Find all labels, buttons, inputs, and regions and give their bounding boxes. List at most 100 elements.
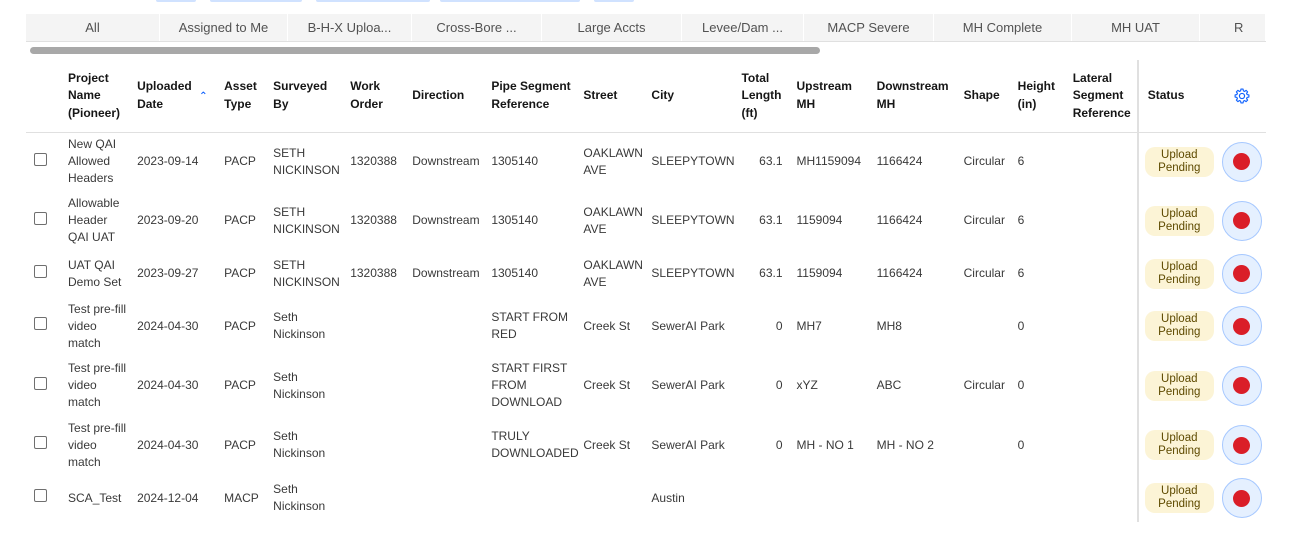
row-checkbox[interactable] — [34, 152, 47, 166]
column-header-uploaded-date[interactable]: Uploaded Date ⌃ — [133, 60, 221, 133]
cell-height: 6 — [1017, 154, 1025, 169]
cell-asset-type: MACP — [224, 490, 259, 505]
top-toolbar-edge — [0, 0, 1304, 2]
row-checkbox[interactable] — [34, 376, 47, 390]
row-select-cell — [26, 191, 64, 250]
record-button[interactable] — [1221, 253, 1262, 294]
column-header-upstream-mh[interactable]: Upstream MH — [792, 60, 873, 133]
column-header-city[interactable]: City — [647, 60, 738, 133]
column-header-downstream-mh[interactable]: Downstream MH — [872, 60, 960, 133]
tab-9[interactable]: MH UAT — [1072, 14, 1200, 41]
cell-project-name[interactable]: New QAI Allowed Headers — [64, 132, 133, 191]
tab-5[interactable]: Large Accts — [542, 14, 682, 41]
cell-street: OAKLAWN AVE — [583, 257, 643, 289]
row-action-cell — [1218, 250, 1266, 297]
cell-downstream-mh: ABC — [876, 378, 902, 392]
column-header-status[interactable]: Status — [1136, 60, 1218, 133]
column-header-label: Asset Type — [224, 79, 257, 111]
cell-street: OAKLAWN AVE — [583, 145, 643, 177]
row-checkbox[interactable] — [34, 436, 47, 449]
cell-total-length: 0 — [775, 437, 783, 452]
cell-project-name[interactable]: Test pre-fill video match — [64, 297, 133, 355]
cell-project-name[interactable]: SCA_Test — [64, 474, 133, 522]
record-icon — [1233, 436, 1251, 454]
cell-street: Creek St — [583, 318, 631, 333]
cell-lateral-segment-reference — [1069, 132, 1138, 191]
column-header-surveyed-by[interactable]: Surveyed By — [269, 60, 347, 133]
cell-lateral-segment-reference — [1069, 416, 1138, 474]
tab-7[interactable]: MACP Severe — [804, 14, 934, 41]
row-checkbox[interactable] — [34, 264, 47, 278]
column-header-asset-type[interactable]: Asset Type — [220, 60, 270, 133]
tab-8[interactable]: MH Complete — [934, 14, 1072, 41]
record-button[interactable] — [1221, 478, 1262, 518]
record-icon — [1233, 265, 1251, 282]
cell-surveyed-by: Seth Nickinson — [273, 482, 326, 513]
row-checkbox[interactable] — [34, 211, 47, 225]
row-checkbox[interactable] — [34, 489, 47, 502]
record-icon — [1233, 489, 1251, 507]
tab-2[interactable]: Assigned to Me — [160, 14, 288, 41]
record-button[interactable] — [1221, 200, 1262, 241]
column-header-label: Surveyed By — [273, 79, 328, 111]
record-button[interactable] — [1221, 306, 1262, 346]
cell-project-name[interactable]: UAT QAI Demo Set — [64, 250, 133, 297]
cell-direction — [408, 474, 487, 522]
column-header-project-name[interactable]: Project Name (Pioneer) — [64, 60, 134, 133]
horizontal-scrollbar[interactable] — [30, 47, 820, 54]
cell-upstream-mh: MH1159094 — [796, 154, 862, 169]
status-cell: Upload Pending — [1136, 297, 1218, 355]
column-header-label: Status — [1147, 88, 1185, 102]
cell-pipe-segment-reference: 1305140 — [491, 266, 539, 280]
table-row[interactable]: SCA_Test 2024-12-04 MACP Seth Nickinson Aust… — [26, 474, 1266, 522]
record-button[interactable] — [1221, 425, 1262, 465]
column-header-label: Direction — [412, 88, 465, 102]
cell-street — [579, 474, 647, 522]
tab-3[interactable]: B-H-X Uploa... — [288, 14, 412, 41]
cell-project-name[interactable]: Test pre-fill video match — [64, 416, 133, 474]
column-header-street[interactable]: Street — [579, 60, 648, 133]
cell-city: Austin — [651, 490, 685, 505]
column-header-work-order[interactable]: Work Order — [346, 60, 409, 133]
table-row[interactable]: Allowable Header QAI UAT 2023-09-20 PACP SE… — [26, 191, 1266, 250]
column-header-pipe-segment-reference[interactable]: Pipe Segment Reference — [487, 60, 580, 133]
tab-6[interactable]: Levee/Dam ... — [682, 14, 804, 41]
tab-1[interactable]: All — [26, 14, 160, 41]
record-button[interactable] — [1221, 365, 1262, 406]
column-header-lateral-segment-reference[interactable]: Lateral Segment Reference — [1068, 60, 1138, 133]
cell-project-name[interactable]: Test pre-fill video match — [64, 355, 133, 416]
cell-pipe-segment-reference: START FIRST FROM DOWNLOAD — [491, 361, 568, 409]
cell-city: SLEEPYTOWN — [651, 213, 735, 227]
column-header-height[interactable]: Height (in) — [1013, 60, 1069, 133]
tab-10[interactable]: R — [1200, 14, 1266, 41]
cell-total-length: 0 — [775, 378, 783, 392]
record-button[interactable] — [1221, 141, 1262, 182]
table-row[interactable]: Test pre-fill video match 2024-04-30 PACP S… — [26, 416, 1266, 474]
gear-icon[interactable] — [1233, 87, 1251, 105]
column-header-direction[interactable]: Direction — [408, 60, 488, 133]
row-action-cell — [1218, 416, 1266, 474]
cell-direction: Downstream — [412, 266, 480, 280]
cell-downstream-mh: 1166424 — [876, 213, 923, 227]
table-row[interactable]: New QAI Allowed Headers 2023-09-14 PACP SET… — [26, 132, 1266, 191]
column-header-shape[interactable]: Shape — [959, 60, 1014, 133]
row-select-cell — [26, 132, 64, 191]
column-header-label: Project Name (Pioneer) — [68, 70, 121, 120]
tab-4[interactable]: Cross-Bore ... — [412, 14, 542, 41]
column-header-total-length[interactable]: Total Length (ft) — [737, 60, 793, 133]
table-row[interactable]: Test pre-fill video match 2024-04-30 PACP S… — [26, 297, 1266, 355]
cell-pipe-segment-reference: 1305140 — [491, 154, 539, 169]
table-row[interactable]: Test pre-fill video match 2024-04-30 PACP S… — [26, 355, 1266, 416]
status-cell: Upload Pending — [1136, 355, 1218, 416]
chevron-up-icon[interactable]: ⌃ — [199, 91, 207, 102]
record-icon — [1233, 317, 1251, 335]
cell-height: 0 — [1017, 437, 1025, 452]
cell-city: SewerAI Park — [651, 437, 725, 452]
cell-downstream-mh — [873, 474, 960, 522]
cell-direction — [408, 297, 487, 355]
table-row[interactable]: UAT QAI Demo Set 2023-09-27 PACP SETH NICKI… — [26, 250, 1266, 297]
column-header-label: Street — [583, 88, 618, 102]
cell-project-name[interactable]: Allowable Header QAI UAT — [64, 191, 133, 250]
inspections-table: Project Name (Pioneer) Uploaded Date ⌃ As… — [26, 60, 1266, 522]
row-checkbox[interactable] — [34, 317, 47, 330]
